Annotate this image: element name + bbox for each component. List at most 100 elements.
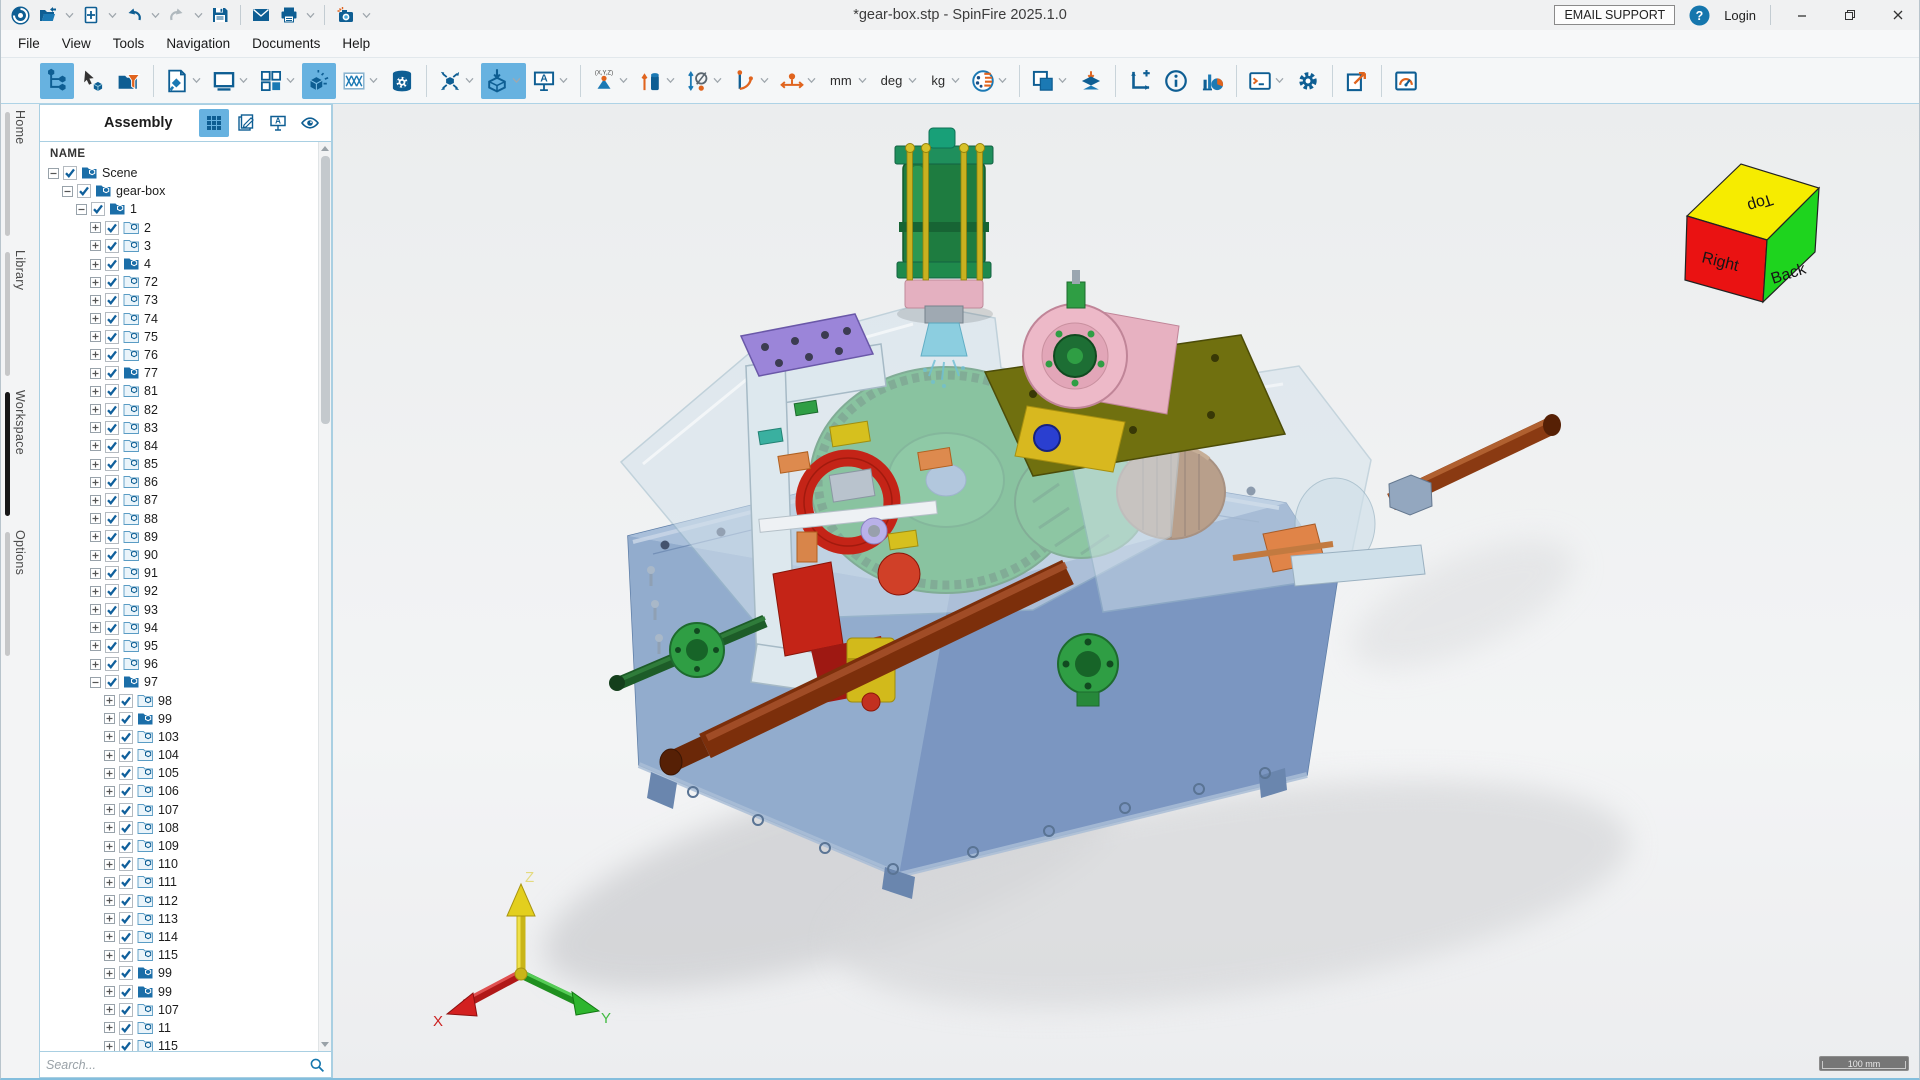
visibility-checkbox[interactable] [105, 257, 119, 271]
visibility-checkbox[interactable] [119, 875, 133, 889]
tree-item-90[interactable]: 90 [46, 546, 331, 564]
viewport-layout-button[interactable] [255, 63, 300, 99]
tree-item-97[interactable]: 97 [46, 673, 331, 691]
expand-toggle[interactable] [90, 477, 101, 488]
markup-button[interactable] [231, 109, 261, 137]
tree-select-button[interactable] [40, 63, 74, 99]
measure-height-button[interactable] [635, 63, 680, 99]
expand-toggle[interactable] [90, 222, 101, 233]
tree-item-113[interactable]: 113 [46, 910, 331, 928]
visibility-checkbox[interactable] [105, 403, 119, 417]
tree-item-93[interactable]: 93 [46, 601, 331, 619]
tree-item-74[interactable]: 74 [46, 310, 331, 328]
expand-toggle[interactable] [104, 859, 115, 870]
visibility-checkbox[interactable] [105, 493, 119, 507]
visibility-checkbox[interactable] [119, 985, 133, 999]
measure-diameter-button[interactable] [682, 63, 727, 99]
unit-angle-button[interactable]: deg [874, 63, 923, 99]
expand-toggle[interactable] [90, 513, 101, 524]
tree-item-91[interactable]: 91 [46, 564, 331, 582]
visibility-checkbox[interactable] [119, 766, 133, 780]
open-button[interactable] [35, 3, 61, 27]
visibility-checkbox[interactable] [105, 421, 119, 435]
model-database-button[interactable] [385, 63, 419, 99]
tree-item-111[interactable]: 111 [46, 873, 331, 891]
visibility-checkbox[interactable] [105, 548, 119, 562]
expand-toggle[interactable] [90, 604, 101, 615]
tree-item-104[interactable]: 104 [46, 746, 331, 764]
visibility-checkbox[interactable] [105, 566, 119, 580]
visibility-checkbox[interactable] [105, 312, 119, 326]
collapse-model-button[interactable] [1074, 63, 1108, 99]
render-style-button[interactable] [161, 63, 206, 99]
tree-item-Scene[interactable]: Scene [46, 164, 331, 182]
expand-toggle[interactable] [90, 622, 101, 633]
reports-button[interactable] [1195, 63, 1229, 99]
menu-view[interactable]: View [53, 33, 100, 54]
visibility-checkbox[interactable] [119, 748, 133, 762]
tree-item-109[interactable]: 109 [46, 837, 331, 855]
performance-button[interactable] [1389, 63, 1423, 99]
restore-button[interactable] [1833, 2, 1867, 28]
tree-item-82[interactable]: 82 [46, 400, 331, 418]
tree-item-92[interactable]: 92 [46, 582, 331, 600]
visibility-checkbox[interactable] [119, 894, 133, 908]
expand-toggle[interactable] [90, 349, 101, 360]
tree-item-95[interactable]: 95 [46, 637, 331, 655]
export-button[interactable] [1340, 63, 1374, 99]
collapse-toggle[interactable] [48, 168, 59, 179]
expand-toggle[interactable] [90, 386, 101, 397]
visibility-checkbox[interactable] [105, 239, 119, 253]
collapse-toggle[interactable] [76, 204, 87, 215]
visibility-checkbox[interactable] [63, 166, 77, 180]
side-tab-home[interactable]: Home [1, 110, 39, 238]
measure-distance-button[interactable] [776, 63, 821, 99]
visibility-checkbox[interactable] [105, 639, 119, 653]
login-button[interactable]: Login [1724, 8, 1756, 23]
search-icon[interactable] [309, 1057, 325, 1073]
email-support-button[interactable]: EMAIL SUPPORT [1554, 5, 1675, 25]
expand-toggle[interactable] [104, 786, 115, 797]
expand-toggle[interactable] [90, 459, 101, 470]
shaded-view-button[interactable] [302, 63, 336, 99]
expand-toggle[interactable] [104, 822, 115, 833]
tree-item-96[interactable]: 96 [46, 655, 331, 673]
expand-toggle[interactable] [104, 804, 115, 815]
expand-toggle[interactable] [104, 1022, 115, 1033]
annotation-panel-button[interactable]: A [263, 109, 293, 137]
side-tab-options[interactable]: Options [1, 530, 39, 658]
visibility-checkbox[interactable] [119, 1003, 133, 1017]
visibility-checkbox[interactable] [105, 512, 119, 526]
tree-item-4[interactable]: 4 [46, 255, 331, 273]
visibility-checkbox[interactable] [119, 966, 133, 980]
visibility-checkbox[interactable] [105, 457, 119, 471]
expand-toggle[interactable] [104, 1041, 115, 1051]
visibility-checkbox[interactable] [119, 784, 133, 798]
expand-toggle[interactable] [90, 404, 101, 415]
expand-toggle[interactable] [90, 640, 101, 651]
expand-toggle[interactable] [104, 1004, 115, 1015]
visibility-checkbox[interactable] [119, 803, 133, 817]
tree-item-gear-box[interactable]: gear-box [46, 182, 331, 200]
snapshot-button[interactable] [332, 3, 358, 27]
expand-toggle[interactable] [90, 495, 101, 506]
expand-toggle[interactable] [104, 913, 115, 924]
tree-item-99[interactable]: 99 [46, 710, 331, 728]
tree-scrollbar[interactable] [318, 142, 331, 1051]
visibility-checkbox[interactable] [105, 475, 119, 489]
expand-toggle[interactable] [104, 931, 115, 942]
visibility-checkbox[interactable] [119, 694, 133, 708]
help-icon[interactable]: ? [1689, 5, 1710, 26]
locale-button[interactable] [967, 63, 1012, 99]
unit-length-button[interactable]: mm [823, 63, 872, 99]
visibility-checkbox[interactable] [105, 384, 119, 398]
visibility-checkbox[interactable] [105, 530, 119, 544]
3d-viewport[interactable]: Top Right Back X Y Z 100 [333, 104, 1919, 1078]
expand-toggle[interactable] [104, 950, 115, 961]
expand-toggle[interactable] [90, 659, 101, 670]
expand-toggle[interactable] [104, 731, 115, 742]
collapse-toggle[interactable] [90, 677, 101, 688]
expand-toggle[interactable] [90, 331, 101, 342]
tree-item-2[interactable]: 2 [46, 219, 331, 237]
visibility-checkbox[interactable] [105, 621, 119, 635]
